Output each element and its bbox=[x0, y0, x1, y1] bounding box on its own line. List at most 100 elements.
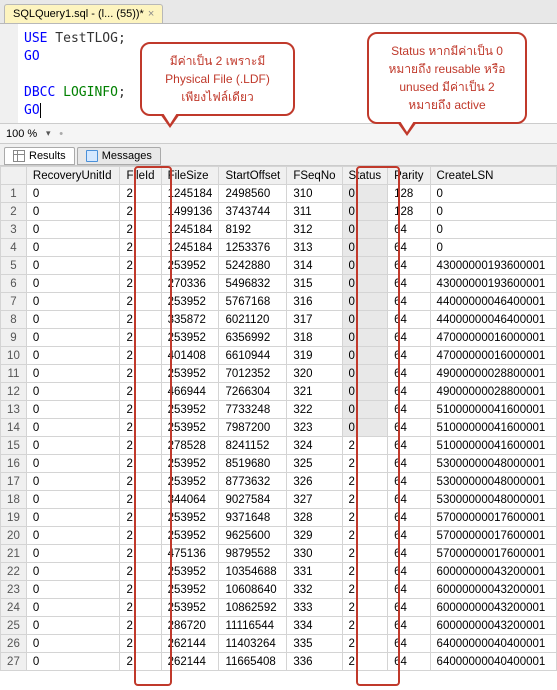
cell[interactable]: 0 bbox=[26, 239, 120, 257]
cell[interactable]: 64 bbox=[388, 311, 430, 329]
table-row[interactable]: 1002401408661094431906447000000016000001 bbox=[1, 347, 557, 365]
cell[interactable]: 0 bbox=[342, 275, 388, 293]
cell[interactable]: 64 bbox=[388, 509, 430, 527]
cell[interactable]: 1245184 bbox=[161, 185, 219, 203]
col-header[interactable]: Parity bbox=[388, 167, 430, 185]
row-number[interactable]: 17 bbox=[1, 473, 27, 491]
cell[interactable]: 2 bbox=[342, 545, 388, 563]
zoom-level[interactable]: 100 % bbox=[6, 128, 37, 140]
cell[interactable]: 314 bbox=[287, 257, 342, 275]
cell[interactable]: 7733248 bbox=[219, 401, 287, 419]
cell[interactable]: 313 bbox=[287, 239, 342, 257]
cell[interactable]: 336 bbox=[287, 653, 342, 671]
cell[interactable]: 64 bbox=[388, 455, 430, 473]
col-header[interactable]: FileSize bbox=[161, 167, 219, 185]
cell[interactable]: 0 bbox=[342, 365, 388, 383]
cell[interactable]: 43000000193600001 bbox=[430, 257, 556, 275]
cell[interactable]: 9625600 bbox=[219, 527, 287, 545]
cell[interactable]: 64 bbox=[388, 419, 430, 437]
cell[interactable]: 253952 bbox=[161, 329, 219, 347]
table-row[interactable]: 2402253952108625923332646000000004320000… bbox=[1, 599, 557, 617]
cell[interactable]: 2498560 bbox=[219, 185, 287, 203]
cell[interactable]: 0 bbox=[26, 473, 120, 491]
table-row[interactable]: 2021499136374374431101280 bbox=[1, 203, 557, 221]
cell[interactable]: 2 bbox=[120, 275, 161, 293]
cell[interactable]: 44000000046400001 bbox=[430, 293, 556, 311]
cell[interactable]: 0 bbox=[342, 347, 388, 365]
cell[interactable]: 64 bbox=[388, 581, 430, 599]
cell[interactable]: 318 bbox=[287, 329, 342, 347]
cell[interactable]: 0 bbox=[26, 563, 120, 581]
cell[interactable]: 253952 bbox=[161, 365, 219, 383]
row-number[interactable]: 15 bbox=[1, 437, 27, 455]
cell[interactable]: 0 bbox=[26, 545, 120, 563]
cell[interactable]: 2 bbox=[120, 311, 161, 329]
cell[interactable]: 0 bbox=[26, 491, 120, 509]
cell[interactable]: 2 bbox=[120, 599, 161, 617]
cell[interactable]: 335 bbox=[287, 635, 342, 653]
row-number[interactable]: 27 bbox=[1, 653, 27, 671]
cell[interactable]: 49000000028800001 bbox=[430, 365, 556, 383]
row-number[interactable]: 5 bbox=[1, 257, 27, 275]
cell[interactable]: 8773632 bbox=[219, 473, 287, 491]
cell[interactable]: 0 bbox=[26, 185, 120, 203]
col-header[interactable]: RecoveryUnitId bbox=[26, 167, 120, 185]
cell[interactable]: 311 bbox=[287, 203, 342, 221]
row-number[interactable]: 23 bbox=[1, 581, 27, 599]
cell[interactable]: 2 bbox=[342, 509, 388, 527]
cell[interactable]: 2 bbox=[342, 599, 388, 617]
table-row[interactable]: 602270336549683231506443000000193600001 bbox=[1, 275, 557, 293]
row-number[interactable]: 26 bbox=[1, 635, 27, 653]
cell[interactable]: 331 bbox=[287, 563, 342, 581]
cell[interactable]: 64000000040400001 bbox=[430, 635, 556, 653]
cell[interactable]: 0 bbox=[342, 383, 388, 401]
row-number[interactable]: 24 bbox=[1, 599, 27, 617]
row-number[interactable]: 20 bbox=[1, 527, 27, 545]
cell[interactable]: 2 bbox=[342, 455, 388, 473]
cell[interactable]: 2 bbox=[120, 383, 161, 401]
cell[interactable]: 57000000017600001 bbox=[430, 527, 556, 545]
table-row[interactable]: 2702262144116654083362646400000004040000… bbox=[1, 653, 557, 671]
table-row[interactable]: 1602253952851968032526453000000048000001 bbox=[1, 455, 557, 473]
cell[interactable]: 270336 bbox=[161, 275, 219, 293]
cell[interactable]: 9027584 bbox=[219, 491, 287, 509]
cell[interactable]: 64 bbox=[388, 293, 430, 311]
row-number[interactable]: 8 bbox=[1, 311, 27, 329]
cell[interactable]: 286720 bbox=[161, 617, 219, 635]
cell[interactable]: 2 bbox=[342, 491, 388, 509]
row-number[interactable]: 1 bbox=[1, 185, 27, 203]
cell[interactable]: 2 bbox=[120, 257, 161, 275]
cell[interactable]: 0 bbox=[26, 383, 120, 401]
cell[interactable]: 325 bbox=[287, 455, 342, 473]
cell[interactable]: 64 bbox=[388, 527, 430, 545]
cell[interactable]: 253952 bbox=[161, 419, 219, 437]
cell[interactable]: 2 bbox=[120, 347, 161, 365]
cell[interactable]: 2 bbox=[120, 545, 161, 563]
cell[interactable]: 64 bbox=[388, 653, 430, 671]
cell[interactable]: 2 bbox=[120, 401, 161, 419]
table-row[interactable]: 1802344064902758432726453000000048000001 bbox=[1, 491, 557, 509]
table-row[interactable]: 1702253952877363232626453000000048000001 bbox=[1, 473, 557, 491]
cell[interactable]: 64 bbox=[388, 617, 430, 635]
row-number[interactable]: 6 bbox=[1, 275, 27, 293]
table-row[interactable]: 902253952635699231806447000000016000001 bbox=[1, 329, 557, 347]
cell[interactable]: 466944 bbox=[161, 383, 219, 401]
table-row[interactable]: 2302253952106086403322646000000004320000… bbox=[1, 581, 557, 599]
cell[interactable]: 0 bbox=[26, 437, 120, 455]
cell[interactable]: 47000000016000001 bbox=[430, 347, 556, 365]
cell[interactable]: 1499136 bbox=[161, 203, 219, 221]
cell[interactable]: 321 bbox=[287, 383, 342, 401]
cell[interactable]: 2 bbox=[120, 455, 161, 473]
cell[interactable]: 0 bbox=[26, 203, 120, 221]
cell[interactable]: 9371648 bbox=[219, 509, 287, 527]
cell[interactable]: 10608640 bbox=[219, 581, 287, 599]
cell[interactable]: 475136 bbox=[161, 545, 219, 563]
cell[interactable]: 64 bbox=[388, 545, 430, 563]
table-row[interactable]: 1302253952773324832206451000000041600001 bbox=[1, 401, 557, 419]
cell[interactable]: 64 bbox=[388, 599, 430, 617]
cell[interactable]: 44000000046400001 bbox=[430, 311, 556, 329]
cell[interactable]: 53000000048000001 bbox=[430, 455, 556, 473]
col-header[interactable]: Status bbox=[342, 167, 388, 185]
cell[interactable]: 64 bbox=[388, 275, 430, 293]
cell[interactable]: 60000000043200001 bbox=[430, 617, 556, 635]
